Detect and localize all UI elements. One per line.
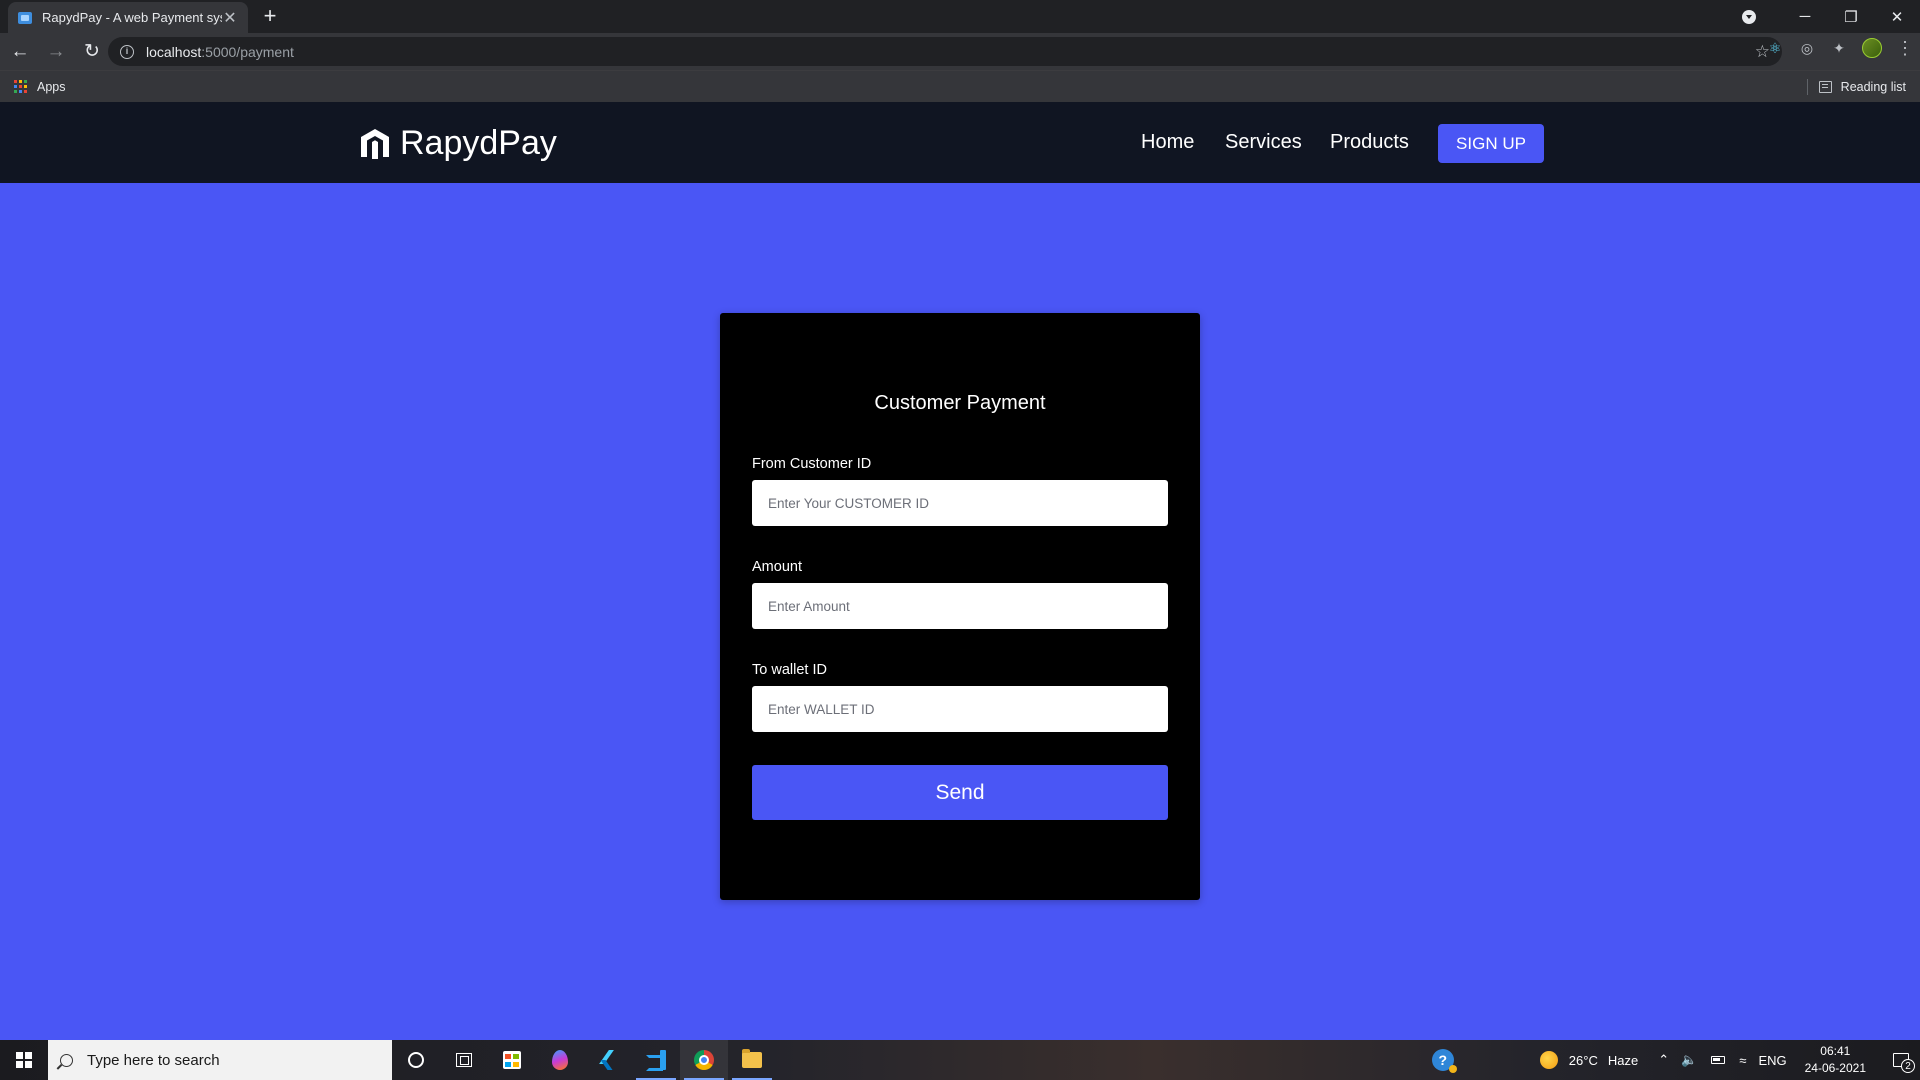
window-controls: ─ ❐ ✕ <box>1742 0 1920 33</box>
from-customer-id-input[interactable] <box>752 480 1168 526</box>
clock-date: 24-06-2021 <box>1804 1061 1866 1075</box>
tab-close-icon[interactable]: ✕ <box>222 8 238 28</box>
restore-button[interactable]: ❐ <box>1828 0 1874 33</box>
url-host: localhost <box>146 43 202 60</box>
back-arrow-icon[interactable]: ← <box>4 36 36 68</box>
microsoft-store-icon <box>503 1051 521 1069</box>
forward-arrow-icon[interactable]: → <box>40 36 72 68</box>
reading-list-icon <box>1818 80 1832 93</box>
browser-tabstrip: RapydPay - A web Payment syste ✕ + ─ ❐ ✕ <box>0 0 1920 33</box>
site-navbar: RapydPay Home Services Products SIGN UP <box>0 102 1920 183</box>
flutter-icon <box>600 1050 616 1070</box>
from-customer-id-label: From Customer ID <box>752 456 872 472</box>
amount-input[interactable] <box>752 583 1168 629</box>
extensions-puzzle-icon[interactable]: ✦ <box>1830 39 1848 57</box>
search-icon <box>57 1050 76 1070</box>
nav-products-link[interactable]: Products <box>1330 131 1409 154</box>
minimize-button[interactable]: ─ <box>1782 0 1828 33</box>
extensions-area: ⚛ ◎ ✦ ⋮ <box>1766 38 1914 58</box>
paint-drop-icon <box>552 1050 568 1070</box>
folder-icon <box>742 1049 762 1068</box>
amount-label: Amount <box>752 559 802 575</box>
site-favicon-icon <box>18 11 32 24</box>
nav-home-link[interactable]: Home <box>1141 131 1194 154</box>
taskbar-store-app[interactable] <box>488 1040 536 1080</box>
weather-temperature: 26°C <box>1568 1052 1598 1068</box>
chevron-up-icon[interactable]: ⌃ <box>1658 1052 1669 1068</box>
react-devtools-icon[interactable]: ⚛ <box>1766 39 1784 57</box>
cortana-button[interactable] <box>392 1040 440 1080</box>
browser-menu-icon[interactable]: ⋮ <box>1896 38 1914 58</box>
taskbar-vscode-app[interactable] <box>632 1040 680 1080</box>
chrome-icon <box>694 1050 714 1070</box>
taskbar-flutter-app[interactable] <box>584 1040 632 1080</box>
reload-icon[interactable]: ↻ <box>76 36 108 68</box>
browser-toolbar: ← → ↻ i localhost:5000/payment ☆ ⚛ ◎ ✦ ⋮ <box>0 33 1920 70</box>
reading-list-button[interactable]: Reading list <box>1818 79 1906 94</box>
payment-form-title: Customer Payment <box>874 392 1046 414</box>
wifi-icon[interactable]: ≈ <box>1739 1053 1746 1068</box>
extension-circle-icon[interactable]: ◎ <box>1798 39 1816 57</box>
clock-time: 06:41 <box>1820 1044 1851 1058</box>
system-tray: ? 26°C Haze ⌃ 🔈 ≈ ENG 06:41 24-06-2021 2 <box>1431 1040 1920 1080</box>
brand-logo-link[interactable]: RapydPay <box>360 124 557 163</box>
send-button[interactable]: Send <box>752 765 1168 820</box>
reading-list-label: Reading list <box>1840 79 1906 94</box>
taskbar-chrome-app[interactable] <box>680 1040 728 1080</box>
windows-taskbar: Type here to search ? 26°C Haze ⌃ 🔈 ≈ EN… <box>0 1040 1920 1080</box>
apps-grid-icon <box>14 80 27 93</box>
weather-widget[interactable]: 26°C Haze <box>1539 1051 1639 1069</box>
weather-description: Haze <box>1607 1052 1639 1068</box>
payment-card: Customer Payment From Customer ID Amount… <box>720 313 1200 900</box>
nav-services-link[interactable]: Services <box>1225 131 1302 154</box>
to-wallet-id-input[interactable] <box>752 686 1168 732</box>
brand-name: RapydPay <box>400 124 557 162</box>
tab-title: RapydPay - A web Payment syste <box>42 10 222 25</box>
task-view-button[interactable] <box>440 1040 488 1080</box>
help-icon[interactable]: ? <box>1431 1049 1457 1073</box>
new-tab-button[interactable]: + <box>258 4 282 28</box>
close-window-button[interactable]: ✕ <box>1874 0 1920 33</box>
site-info-icon[interactable]: i <box>120 44 134 59</box>
action-center-button[interactable]: 2 <box>1882 1040 1920 1080</box>
bookmarks-bar: Apps Reading list <box>0 70 1920 102</box>
bookmark-apps[interactable]: Apps <box>14 80 66 94</box>
taskbar-search-placeholder: Type here to search <box>87 1051 220 1069</box>
notification-count: 2 <box>1901 1059 1915 1073</box>
sun-icon <box>1539 1051 1558 1069</box>
tab-search-icon[interactable] <box>1742 9 1756 24</box>
language-indicator[interactable]: ENG <box>1758 1053 1786 1068</box>
profile-avatar[interactable] <box>1862 38 1882 58</box>
browser-tab-active[interactable]: RapydPay - A web Payment syste ✕ <box>8 2 248 33</box>
address-bar[interactable]: i localhost:5000/payment ☆ <box>108 37 1782 66</box>
start-button[interactable] <box>0 1040 48 1080</box>
url-path: :5000/payment <box>201 43 294 60</box>
signup-button[interactable]: SIGN UP <box>1438 124 1544 163</box>
vscode-icon <box>646 1050 666 1070</box>
bookmarks-divider <box>1807 79 1808 95</box>
taskbar-file-explorer-app[interactable] <box>728 1040 776 1080</box>
cortana-icon <box>408 1052 424 1068</box>
rapydpay-logo-icon <box>361 128 389 159</box>
taskbar-paint-app[interactable] <box>536 1040 584 1080</box>
windows-logo-icon <box>16 1052 32 1068</box>
bookmark-apps-label: Apps <box>37 79 66 94</box>
taskbar-search-box[interactable]: Type here to search <box>48 1040 392 1080</box>
task-view-icon <box>456 1053 472 1067</box>
battery-icon[interactable] <box>1711 1056 1726 1064</box>
taskbar-clock[interactable]: 06:41 24-06-2021 <box>1805 1043 1866 1077</box>
volume-icon[interactable]: 🔈 <box>1681 1052 1697 1068</box>
to-wallet-id-label: To wallet ID <box>752 662 827 678</box>
